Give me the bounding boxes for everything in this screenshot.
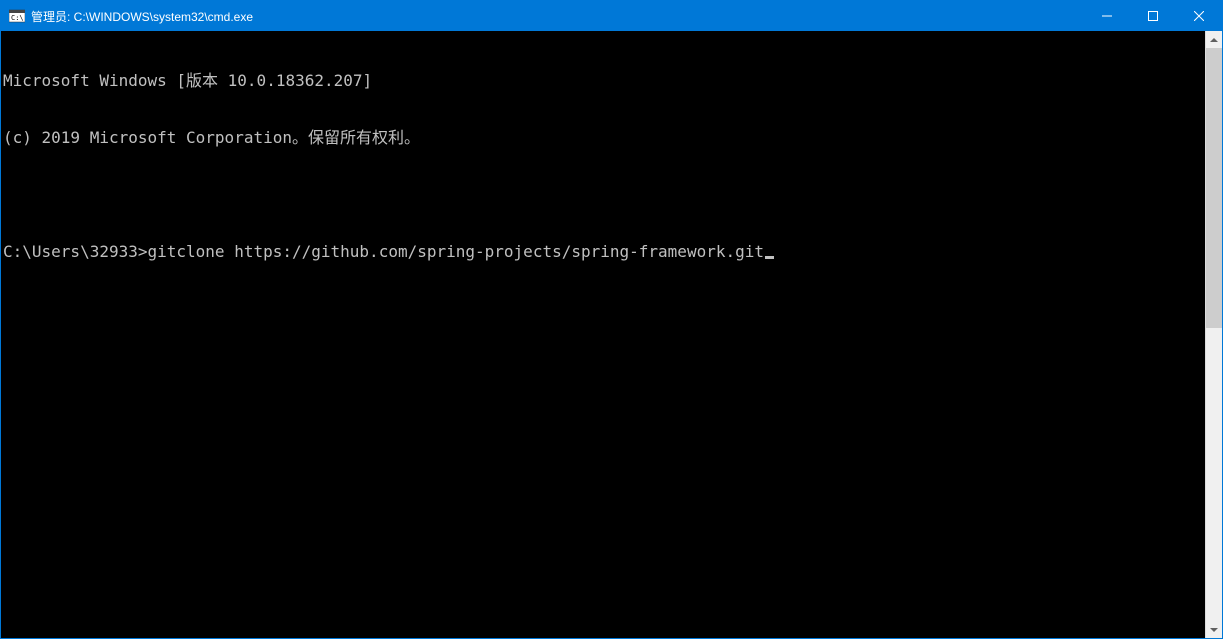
titlebar[interactable]: C:\ 管理员: C:\WINDOWS\system32\cmd.exe bbox=[1, 1, 1222, 31]
window-controls bbox=[1084, 1, 1222, 31]
vertical-scrollbar[interactable] bbox=[1205, 31, 1222, 638]
terminal-output-line: Microsoft Windows [版本 10.0.18362.207] bbox=[3, 71, 1205, 90]
terminal-output-line: (c) 2019 Microsoft Corporation。保留所有权利。 bbox=[3, 128, 1205, 147]
close-button[interactable] bbox=[1176, 1, 1222, 31]
terminal-output-line bbox=[3, 185, 1205, 204]
cursor-icon bbox=[765, 256, 774, 259]
command-input[interactable]: gitclone https://github.com/spring-proje… bbox=[148, 242, 765, 261]
client-area: Microsoft Windows [版本 10.0.18362.207] (c… bbox=[1, 31, 1222, 638]
scroll-thumb[interactable] bbox=[1206, 48, 1222, 328]
window: C:\ 管理员: C:\WINDOWS\system32\cmd.exe Mic… bbox=[0, 0, 1223, 639]
terminal-prompt-line: C:\Users\32933>gitclone https://github.c… bbox=[3, 242, 1205, 261]
prompt: C:\Users\32933> bbox=[3, 242, 148, 261]
scroll-down-button[interactable] bbox=[1206, 621, 1222, 638]
scroll-track[interactable] bbox=[1206, 48, 1222, 621]
maximize-button[interactable] bbox=[1130, 1, 1176, 31]
scroll-up-button[interactable] bbox=[1206, 31, 1222, 48]
svg-text:C:\: C:\ bbox=[11, 14, 24, 22]
minimize-button[interactable] bbox=[1084, 1, 1130, 31]
terminal[interactable]: Microsoft Windows [版本 10.0.18362.207] (c… bbox=[1, 31, 1205, 638]
app-icon: C:\ bbox=[9, 8, 25, 24]
window-title: 管理员: C:\WINDOWS\system32\cmd.exe bbox=[31, 8, 253, 25]
